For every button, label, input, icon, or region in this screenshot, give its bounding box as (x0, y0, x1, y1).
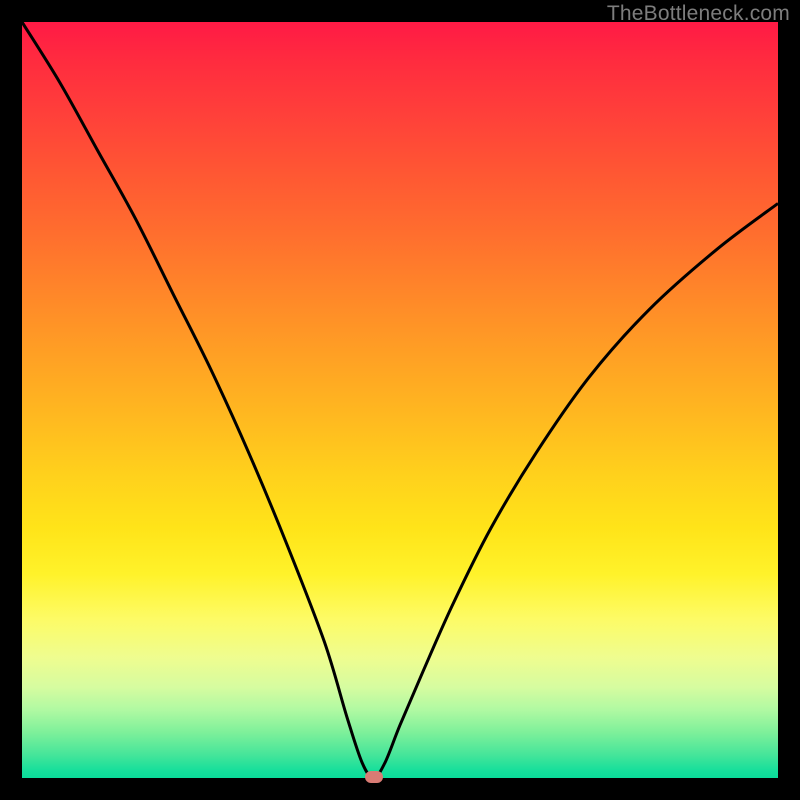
chart-frame: TheBottleneck.com (0, 0, 800, 800)
bottleneck-curve (22, 22, 778, 778)
minimum-marker (365, 771, 383, 783)
plot-area (22, 22, 778, 778)
watermark-text: TheBottleneck.com (607, 2, 790, 26)
